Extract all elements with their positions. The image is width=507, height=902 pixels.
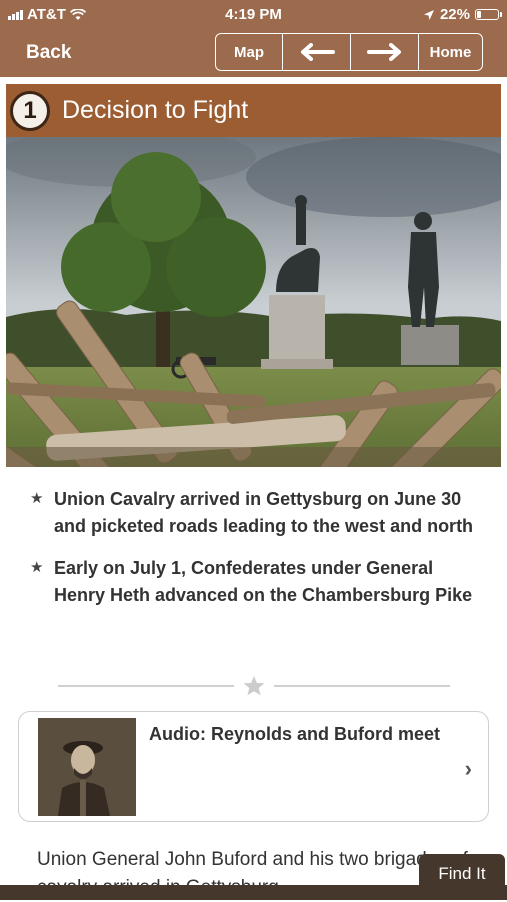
map-button[interactable]: Map [216, 34, 283, 70]
status-bar: AT&T 4:19 PM 22% [0, 0, 507, 28]
list-item: ★ Union Cavalry arrived in Gettysburg on… [30, 486, 485, 540]
list-item: ★ Early on July 1, Confederates under Ge… [30, 555, 485, 609]
audio-title: Audio: Reynolds and Buford meet [149, 724, 441, 744]
location-arrow-icon [423, 9, 434, 20]
home-button[interactable]: Home [419, 34, 482, 70]
chevron-right-icon: › [464, 756, 472, 781]
stop-number-badge: 1 [10, 90, 50, 131]
page-title: Decision to Fight [62, 96, 249, 124]
star-divider [58, 673, 450, 699]
battery-fill [477, 11, 481, 18]
audio-card[interactable]: Audio: Reynolds and Buford meet › [18, 711, 489, 822]
next-button[interactable] [351, 34, 419, 70]
back-button[interactable]: Back [26, 42, 71, 64]
find-it-button[interactable]: Find It [419, 854, 505, 894]
star-bullet-icon: ★ [30, 490, 44, 507]
bullet-list: ★ Union Cavalry arrived in Gettysburg on… [30, 486, 485, 624]
hero-photo [6, 137, 501, 467]
star-bullet-icon: ★ [30, 559, 44, 576]
battlefield-photo-illustration [6, 137, 501, 467]
nav-segmented-control: Map Home [215, 33, 483, 71]
status-right: 22% [423, 6, 502, 23]
battery-icon [475, 9, 502, 20]
stop-title-bar: 1 Decision to Fight [6, 84, 501, 137]
previous-button[interactable] [283, 34, 351, 70]
arrow-left-icon [300, 43, 335, 61]
star-icon [243, 676, 265, 696]
portrait-thumbnail [38, 718, 136, 816]
arrow-right-icon [366, 43, 401, 61]
battery-percent: 22% [439, 6, 470, 23]
app-header: AT&T 4:19 PM 22% Back Map Home [0, 0, 507, 77]
bullet-text: Union Cavalry arrived in Gettysburg on J… [54, 489, 474, 536]
bullet-text: Early on July 1, Confederates under Gene… [54, 558, 473, 605]
